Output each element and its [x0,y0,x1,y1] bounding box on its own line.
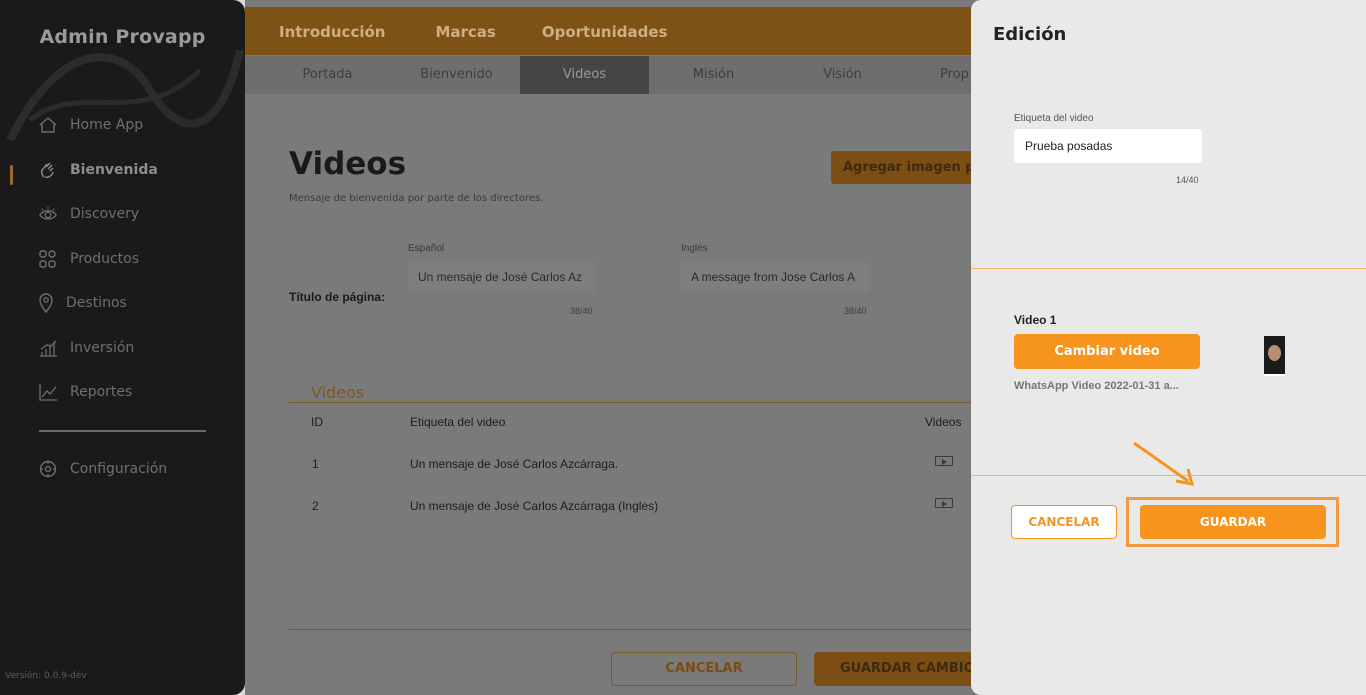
column-header-id: ID [311,415,323,429]
subtab-portada[interactable]: Portada [263,56,392,94]
english-title-input[interactable]: A message from Jose Carlos A [681,262,869,292]
sidebar-item-label: Bienvenida [70,162,158,178]
sidebar-item-reportes[interactable]: Reportes [38,378,132,406]
sidebar-item-configuracion[interactable]: Configuración [38,455,167,483]
sidebar-item-label: Destinos [66,295,127,311]
video-label-field-label: Etiqueta del video [1014,113,1094,124]
add-image-button[interactable]: Agregar imagen pre [831,151,991,184]
line-chart-icon [38,382,58,402]
table-row-id: 2 [312,499,319,513]
spanish-title-input[interactable]: Un mensaje de José Carlos Az [408,262,596,292]
brand-title: Admin Provapp [39,26,206,48]
video-play-icon[interactable] [935,498,953,508]
sidebar-item-home-app[interactable]: Home App [38,111,143,139]
edit-drawer: Edición Etiqueta del video 14/40 Video 1… [971,0,1366,695]
table-row-label: Un mensaje de José Carlos Azcárraga (Ing… [410,499,659,513]
video-label-input[interactable] [1014,129,1202,163]
waving-hand-icon [38,160,58,180]
page-title: Videos [289,146,407,182]
top-tab-bar: Introducción Marcas Oportunidades [245,7,971,55]
page-content: Videos Mensaje de bienvenida por parte d… [245,94,991,695]
sidebar-item-discovery[interactable]: Discovery [38,200,139,228]
english-counter: 38/40 [844,306,867,316]
subtab-propuesta[interactable]: Prop [906,56,971,94]
video-label-counter: 14/40 [1176,175,1199,185]
annotation-arrow-icon [1133,441,1195,486]
tab-oportunidades[interactable]: Oportunidades [542,23,668,55]
subtab-bar: Portada Bienvenido Videos Misión Visión … [245,56,971,94]
sidebar-item-label: Productos [70,251,140,267]
page-cancel-button[interactable]: CANCELAR [611,652,797,686]
sidebar-item-bienvenida[interactable]: Bienvenida [38,156,158,184]
drawer-title: Edición [993,24,1067,45]
title-field-label: Título de página: [289,290,385,304]
sidebar: Admin Provapp Home App Bienvenida Discov… [0,0,245,695]
tab-introduccion[interactable]: Introducción [279,23,385,55]
eye-icon [38,204,58,224]
video-filename: WhatsApp Video 2022-01-31 a... [1014,380,1179,392]
active-indicator [10,165,13,185]
video-thumbnail[interactable] [1264,336,1285,376]
drawer-divider [971,268,1366,269]
column-header-label: Etiqueta del video [410,415,506,429]
location-pin-icon [38,293,54,313]
sidebar-item-label: Reportes [70,384,133,400]
page-subtitle: Mensaje de bienvenida por parte de los d… [289,193,544,204]
subtab-bienvenido[interactable]: Bienvenido [392,56,521,94]
table-row-label: Un mensaje de José Carlos Azcárraga. [410,457,619,471]
sidebar-item-label: Discovery [70,206,140,222]
sidebar-item-inversion[interactable]: Inversión [38,334,134,362]
video-play-icon[interactable] [935,456,953,466]
drawer-cancel-button[interactable]: CANCELAR [1011,505,1117,539]
spanish-counter: 38/40 [570,306,593,316]
home-icon [38,115,58,135]
grid-icon [38,249,58,269]
sidebar-item-destinos[interactable]: Destinos [38,289,127,317]
tab-marcas[interactable]: Marcas [435,23,495,55]
videos-section-title: Videos [311,383,365,402]
english-label: Inglés [681,243,708,254]
version-text: Versión: 0.0.9-dev [5,671,87,681]
subtab-mision[interactable]: Misión [649,56,778,94]
sidebar-divider [39,430,206,432]
footer-divider [289,629,971,630]
change-video-button[interactable]: Cambiar video [1014,334,1200,369]
subtab-vision[interactable]: Visión [778,56,907,94]
drawer-save-button[interactable]: GUARDAR [1140,505,1326,539]
spanish-label: Español [408,243,445,254]
page-save-changes-button[interactable]: GUARDAR CAMBIOS [814,652,984,686]
sidebar-item-label: Home App [70,117,144,133]
bar-chart-icon [38,338,58,358]
column-header-videos: Videos [925,415,962,429]
table-row-id: 1 [312,457,319,471]
gear-icon [38,459,58,479]
subtab-videos[interactable]: Videos [520,56,649,94]
section-divider [289,402,971,403]
sidebar-item-productos[interactable]: Productos [38,245,139,273]
video-number-label: Video 1 [1014,313,1057,327]
sidebar-item-label: Inversión [70,340,135,356]
sidebar-item-label: Configuración [70,461,168,477]
